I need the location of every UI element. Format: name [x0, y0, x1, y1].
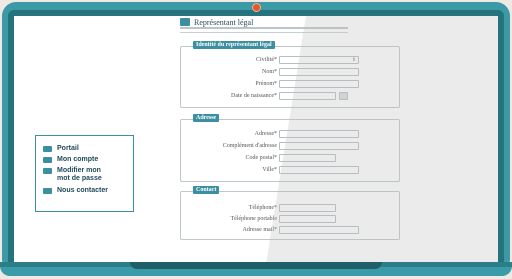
address-legend: Adresse	[193, 114, 220, 122]
menu-item-nous-contacter[interactable]: Nous contacter	[43, 187, 108, 195]
list-icon	[43, 146, 52, 152]
section-title: Représentant légal	[194, 17, 254, 27]
prenom-label: Prénom*	[255, 81, 277, 87]
civilite-label: Civilité*	[256, 57, 277, 63]
menu-item-portail[interactable]: Portail	[43, 145, 79, 153]
telephone-label: Téléphone*	[248, 205, 277, 211]
menu-item-modifier-mot-de-passe[interactable]: Modifier mon mot de passe	[43, 167, 113, 183]
screen-glare	[266, 16, 498, 264]
sidebar-menu: Portail Mon compte Modifier mon mot de p…	[35, 135, 134, 212]
menu-item-label: Mon compte	[57, 156, 99, 163]
nom-label: Nom*	[262, 69, 277, 75]
menu-item-label: Nous contacter	[57, 187, 108, 194]
list-icon	[43, 188, 52, 194]
section-icon	[180, 18, 190, 26]
complement-label: Complément d'adresse	[222, 143, 277, 149]
codepostal-label: Code postal*	[245, 155, 278, 161]
list-icon	[43, 168, 52, 174]
adresse-label: Adresse*	[254, 131, 277, 137]
camera-icon	[252, 3, 261, 12]
menu-item-label: Modifier mon mot de passe	[57, 167, 102, 182]
list-icon	[43, 157, 52, 163]
portable-label: Téléphone portable	[230, 216, 277, 222]
menu-item-label: Portail	[57, 145, 79, 152]
menu-item-mon-compte[interactable]: Mon compte	[43, 156, 98, 164]
laptop-hinge	[130, 262, 382, 269]
identity-legend: Identité du représentant légal	[193, 41, 275, 49]
naissance-label: Date de naissance*	[231, 93, 277, 99]
contact-legend: Contact	[193, 186, 220, 194]
ville-label: Ville*	[262, 167, 277, 173]
